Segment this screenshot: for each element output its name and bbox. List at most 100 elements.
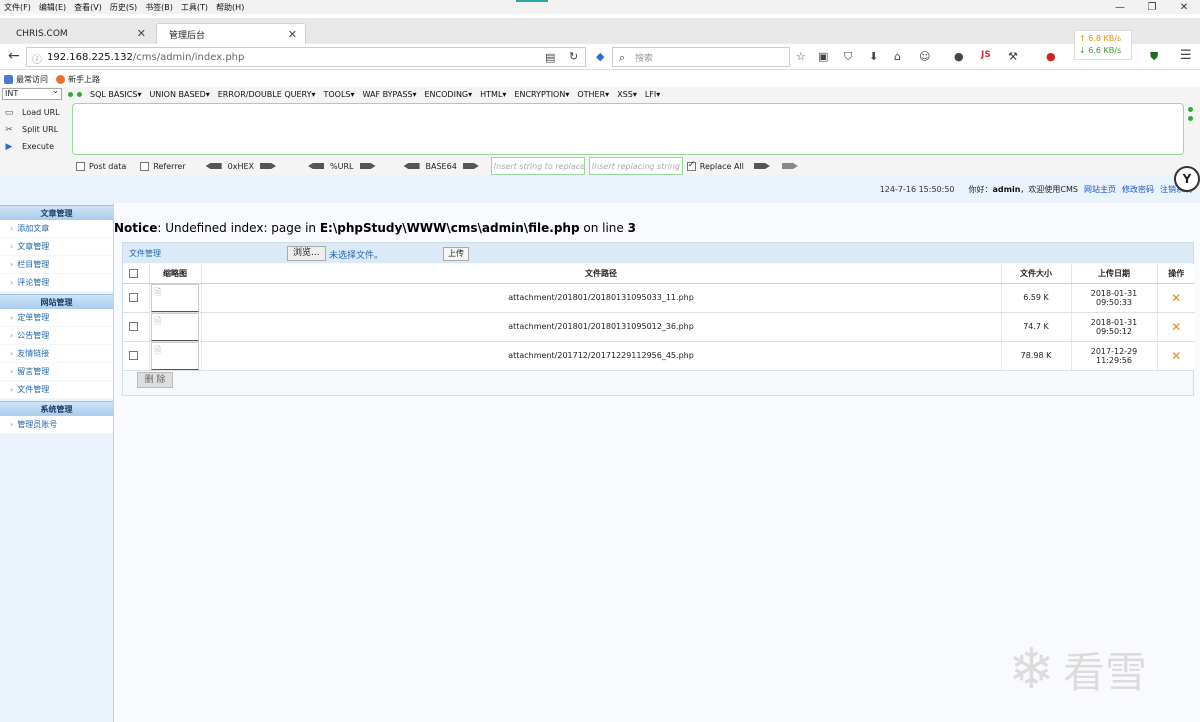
select-all-checkbox[interactable] [129, 268, 139, 278]
delete-icon[interactable]: ✕ [1171, 291, 1181, 305]
row-checkbox[interactable] [129, 351, 139, 360]
menu-item[interactable]: 编辑(E) [39, 2, 66, 13]
sidebar-item-notice-manage[interactable]: 公告管理 [0, 327, 113, 345]
tab-admin[interactable]: 管理后台 ✕ [156, 23, 306, 44]
sidebar-group-system[interactable]: 系统管理 [0, 401, 113, 416]
sidebar-item-order-manage[interactable]: 定单管理 [0, 309, 113, 327]
menu-item[interactable]: 历史(S) [110, 2, 137, 13]
sidebar-item-article-manage[interactable]: 文章管理 [0, 238, 113, 256]
sidebar-item-file-manage[interactable]: 文件管理 [0, 381, 113, 399]
load-url-button[interactable]: ▭ Load URL [4, 104, 72, 121]
delete-icon[interactable]: ✕ [1171, 349, 1181, 363]
site-home-link[interactable]: 网站主页 [1084, 184, 1116, 195]
notice-line: 3 [627, 221, 636, 235]
maximize-button[interactable]: ❐ [1136, 0, 1168, 16]
url-encode-arrow-icon[interactable] [359, 163, 376, 169]
hackbar-url-textarea[interactable] [72, 103, 1184, 155]
replace-arrow-icon[interactable] [753, 163, 770, 169]
reload-icon[interactable]: ↻ [569, 50, 578, 63]
menu-union-based[interactable]: UNION BASED▾ [149, 90, 209, 99]
sidebar-item-message-manage[interactable]: 留言管理 [0, 363, 113, 381]
menu-encryption[interactable]: ENCRYPTION▾ [514, 90, 569, 99]
sidebar-group-site[interactable]: 网站管理 [0, 294, 113, 309]
menu-icon[interactable]: ☰ [1180, 48, 1192, 63]
referrer-option[interactable]: Referrer [140, 161, 186, 171]
sidebar-item-friend-links[interactable]: 友情链接 [0, 345, 113, 363]
shield-icon[interactable]: ⛊ [1150, 50, 1158, 64]
post-data-checkbox[interactable] [76, 161, 85, 171]
download-icon[interactable]: ⬇ [869, 50, 878, 63]
insert-string-input[interactable]: Insert string to replace [490, 157, 585, 175]
bookmark-star-icon[interactable]: ☆ [796, 50, 806, 63]
menu-sql-basics[interactable]: SQL BASICS▾ [90, 90, 141, 99]
tab-chris[interactable]: CHRIS.COM ✕ [4, 23, 154, 44]
hex-encode-arrow-icon[interactable] [260, 163, 277, 169]
split-url-button[interactable]: ✂ Split URL [4, 121, 72, 138]
menu-error-double-query[interactable]: ERROR/DOUBLE QUERY▾ [218, 90, 316, 99]
globe-icon[interactable]: ● [954, 50, 964, 63]
bookmark-getting-started[interactable]: 新手上路 [56, 74, 100, 85]
replace-all-arrow-icon[interactable] [781, 163, 798, 169]
post-data-option[interactable]: Post data [76, 161, 126, 171]
execute-button[interactable]: ▶ Execute [4, 138, 72, 155]
change-password-link[interactable]: 修改密码 [1122, 184, 1154, 195]
hex-decode-arrow-icon[interactable] [205, 163, 222, 169]
menu-item[interactable]: 查看(V) [74, 2, 102, 13]
sidebar-item-comment-manage[interactable]: 评论管理 [0, 274, 113, 292]
menu-item[interactable]: 文件(F) [4, 2, 31, 13]
menu-item[interactable]: 工具(T) [181, 2, 208, 13]
tab-label: CHRIS.COM [16, 28, 68, 39]
delete-icon[interactable]: ✕ [1171, 320, 1181, 334]
referrer-checkbox[interactable] [140, 161, 150, 171]
home-icon[interactable]: ⌂ [894, 50, 901, 63]
menu-xss[interactable]: XSS▾ [617, 90, 637, 99]
menu-item[interactable]: 书签(B) [145, 2, 173, 13]
sidebar-item-add-article[interactable]: 添加文章 [0, 220, 113, 238]
menu-encoding[interactable]: ENCODING▾ [425, 90, 473, 99]
addon-icon[interactable]: ● [1046, 50, 1056, 63]
close-tab-icon[interactable]: ✕ [137, 27, 146, 40]
menu-html[interactable]: HTML▾ [480, 90, 506, 99]
delete-button[interactable]: 删 除 [137, 372, 173, 388]
thumbnail-image[interactable] [151, 312, 199, 341]
url-bar[interactable]: ⓘ 192.168.225.132/cms/admin/index.php ▤ … [26, 47, 586, 67]
replace-all-checkbox[interactable] [686, 160, 696, 171]
pocket-icon[interactable]: ⛉ [844, 50, 852, 64]
url-decode-arrow-icon[interactable] [308, 163, 325, 169]
sidebar-item-admin-account[interactable]: 管理员账号 [0, 416, 113, 434]
menu-tools[interactable]: TOOLS▾ [323, 90, 354, 99]
base64-encode-arrow-icon[interactable] [462, 163, 479, 169]
browse-button[interactable]: 浏览... [287, 246, 326, 261]
extension-icon[interactable]: ◆ [596, 50, 604, 63]
base64-decode-arrow-icon[interactable] [403, 163, 420, 169]
emoji-icon[interactable]: ☺ [919, 50, 930, 63]
close-tab-icon[interactable]: ✕ [288, 28, 297, 41]
js-icon[interactable]: JS [981, 50, 991, 60]
y-logo-icon[interactable]: Y [1174, 166, 1200, 192]
replacing-string-input[interactable]: Insert replacing string [588, 157, 683, 175]
clipboard-icon[interactable]: ▣ [818, 50, 828, 63]
row-checkbox[interactable] [129, 322, 139, 331]
search-input[interactable]: ⌕ 搜索 [612, 47, 790, 67]
replace-all-option[interactable]: Replace All [686, 160, 744, 171]
hackbar-type-select[interactable]: INT [2, 86, 62, 100]
bookmark-most-visited[interactable]: 最常访问 [4, 74, 48, 85]
menu-item[interactable]: 帮助(H) [216, 2, 244, 13]
menu-waf-bypass[interactable]: WAF BYPASS▾ [363, 90, 417, 99]
thumbnail-image[interactable] [151, 341, 199, 370]
thumbnail-image[interactable] [151, 283, 199, 312]
row-checkbox[interactable] [129, 293, 139, 302]
back-icon[interactable]: ← [8, 48, 20, 64]
close-window-button[interactable]: ✕ [1168, 0, 1200, 16]
minimize-button[interactable]: — [1104, 0, 1136, 16]
menu-other[interactable]: OTHER▾ [577, 90, 609, 99]
tools-icon[interactable]: ⚒ [1008, 50, 1018, 63]
menu-lfi[interactable]: LFI▾ [645, 90, 660, 99]
reader-icon[interactable]: ▤ [545, 51, 555, 64]
sidebar-group-articles[interactable]: 文章管理 [0, 205, 113, 220]
file-table: 缩略图 文件路径 文件大小 上传日期 操作 attachment/201801/… [123, 264, 1195, 371]
upload-button[interactable]: 上传 [443, 247, 469, 261]
sidebar-item-column-manage[interactable]: 栏目管理 [0, 256, 113, 274]
upload-date-cell: 2017-12-29 11:29:56 [1071, 341, 1158, 371]
info-icon[interactable]: ⓘ [32, 51, 42, 66]
